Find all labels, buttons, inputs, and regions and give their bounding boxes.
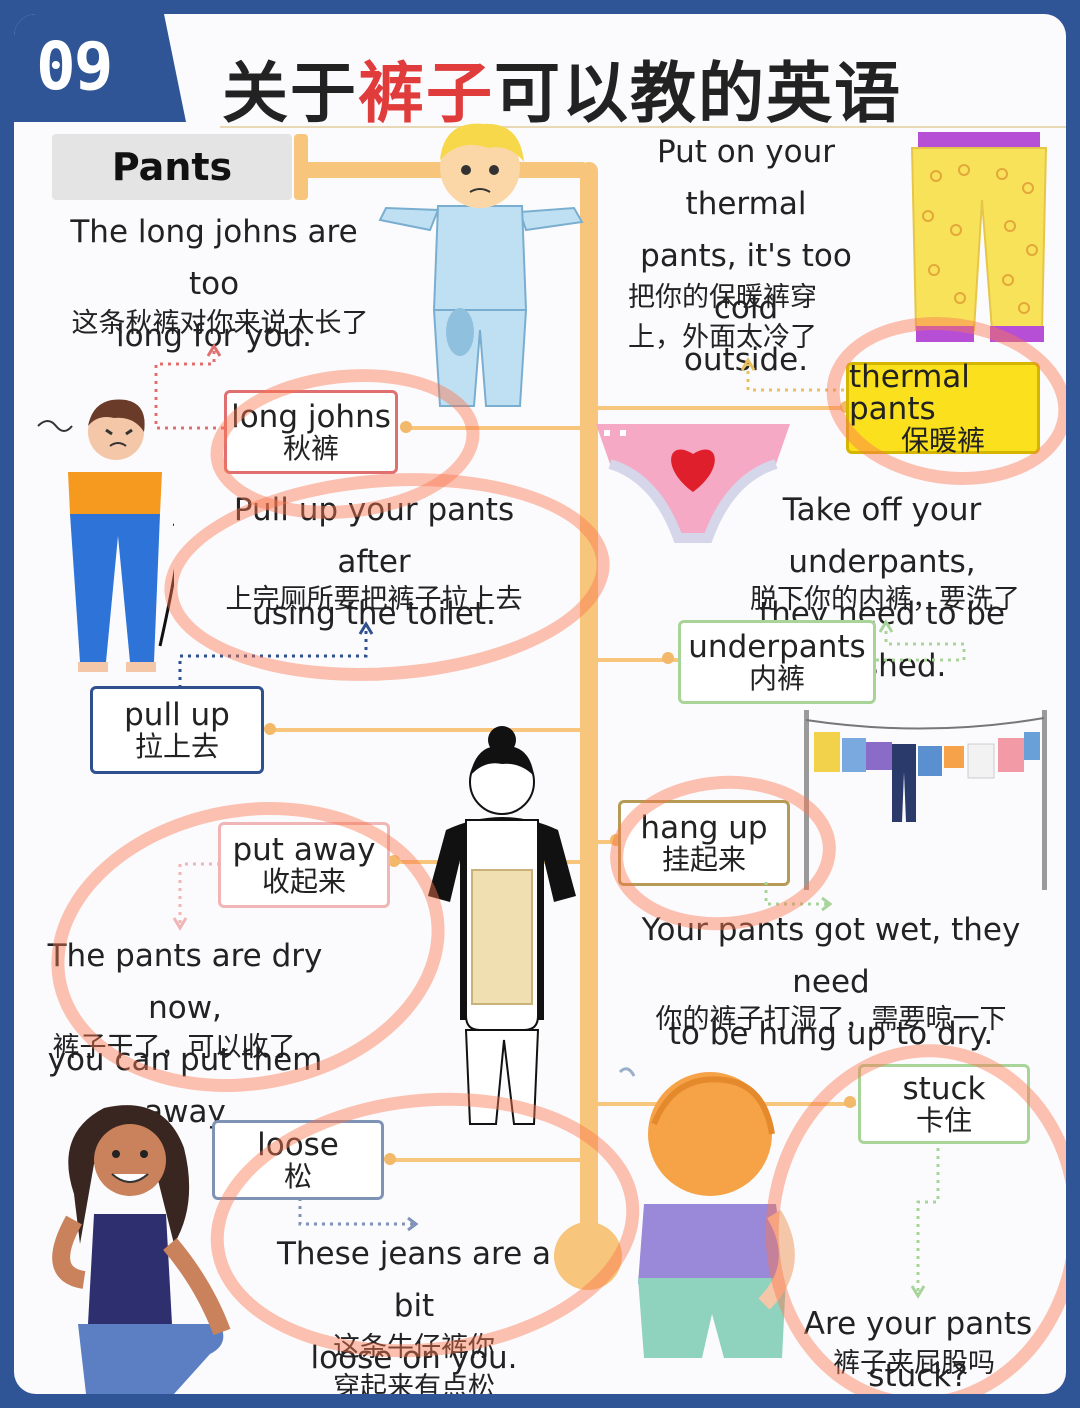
sentence-en-line: Take off your underpants, [782,492,982,580]
vocab-box-underpants[interactable]: underpants 内裤 [678,620,876,704]
sentence-long-johns-zh: 这条秋裤对你来说太长了 [71,308,369,339]
vocab-en: pull up [124,697,230,734]
title-part-1: 关于 [222,55,358,132]
sentence-hang-up-zh: 你的裤子打湿了，需要晾一下 [655,1004,1007,1035]
sentence-zh-line: 穿起来有点松 [333,1372,495,1394]
connector-underpants [876,619,966,662]
branch-dot [264,723,276,735]
sentence-underpants-zh: 脱下你的内裤，要洗了 [750,584,1020,615]
vocab-zh: 拉上去 [134,729,219,763]
sentence-thermal-zh: 把你的保暖裤穿 上，外面太冷了 [628,278,864,358]
vocab-box-pull-up[interactable]: pull up 拉上去 [90,686,264,774]
sentence-en-line: Put on your thermal [657,134,835,222]
sentence-zh-line: 上，外面太冷了 [628,322,817,353]
topic-tag: Pants [52,134,292,200]
branch-thermal [596,406,846,410]
vocab-zh: 内裤 [748,661,805,695]
vocab-en: underpants [688,629,866,666]
angry-kid-icon [37,399,174,672]
sentence-zh-line: 把你的保暖裤穿 [628,282,817,313]
branch-dot [662,652,674,664]
poster-card: 09 关于裤子可以教的英语 Pants The long johns are t… [14,14,1066,1394]
sentence-en-line: The long johns are too [70,214,358,302]
lesson-number: 09 [36,28,113,105]
